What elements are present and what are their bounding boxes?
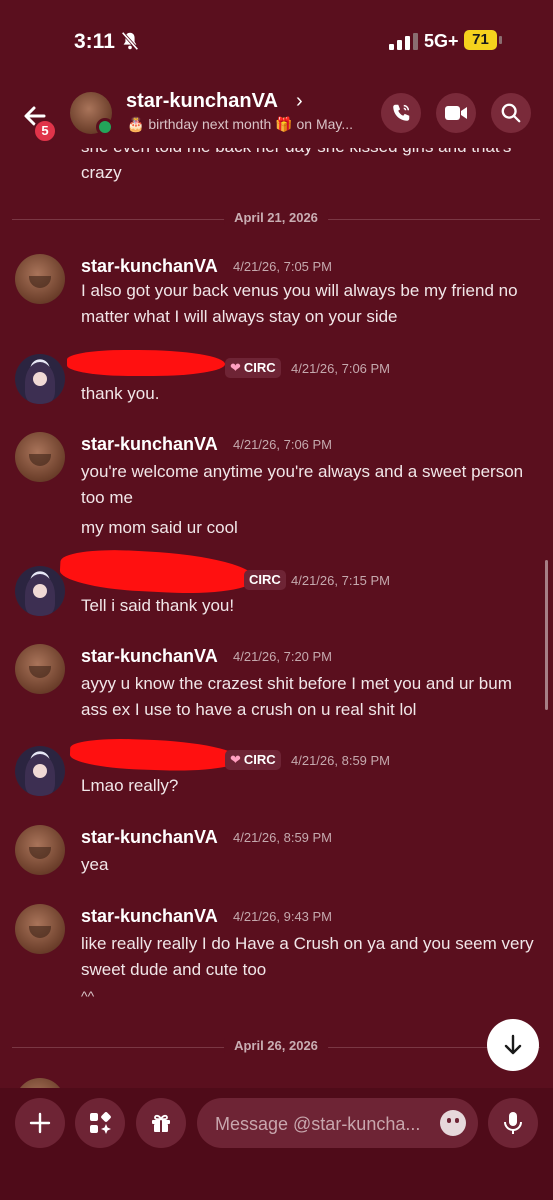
- avatar[interactable]: [15, 432, 65, 482]
- signal-icon: [389, 33, 418, 50]
- timestamp: 4/21/26, 7:06 PM: [233, 437, 333, 452]
- voice-message-button[interactable]: [488, 1098, 538, 1148]
- arrow-down-icon: [504, 1034, 522, 1055]
- message-text: Lmao really?: [81, 776, 179, 795]
- message-text: Tell i said thank you!: [81, 596, 235, 615]
- video-call-button[interactable]: [436, 93, 476, 133]
- server-tag: ❤ CIRC: [225, 358, 281, 378]
- message-input-container[interactable]: [197, 1098, 478, 1150]
- message-text: yea: [81, 855, 109, 874]
- search-button[interactable]: [491, 93, 531, 133]
- timestamp: 4/21/26, 8:59 PM: [233, 830, 333, 845]
- attach-button[interactable]: [15, 1098, 65, 1148]
- redaction-mark: [59, 546, 256, 598]
- message-text: ayyy u know the crazest shit before I me…: [81, 674, 512, 719]
- timestamp: 4/21/26, 7:15 PM: [291, 573, 391, 588]
- bell-off-icon: [121, 31, 139, 51]
- avatar[interactable]: [15, 644, 65, 694]
- date-label: April 26, 2026: [224, 1038, 328, 1053]
- avatar[interactable]: [15, 566, 65, 616]
- date-divider: April 21, 2026: [12, 210, 540, 225]
- gift-button[interactable]: [136, 1098, 186, 1148]
- author-name[interactable]: star-kunchanVA: [81, 256, 218, 277]
- gift-icon: [152, 1114, 170, 1132]
- date-label: April 21, 2026: [224, 210, 328, 225]
- avatar[interactable]: [15, 354, 65, 404]
- message-text: thank you.: [81, 384, 160, 403]
- author-name[interactable]: star-kunchanVA: [81, 646, 218, 667]
- avatar[interactable]: [15, 254, 65, 304]
- status-bar: 3:11 5G+ 71: [0, 0, 553, 84]
- contact-name[interactable]: star-kunchanVA: [126, 90, 278, 113]
- message-text: you're welcome anytime you're always and…: [81, 462, 524, 507]
- message-text: ^^: [81, 988, 95, 1004]
- unread-badge: 5: [33, 119, 57, 143]
- message-input[interactable]: [213, 1098, 427, 1150]
- timestamp: 4/21/26, 8:59 PM: [291, 753, 391, 768]
- message-text: like really really I do Have a Crush on …: [81, 934, 534, 979]
- plus-icon: [29, 1112, 51, 1134]
- author-name[interactable]: star-kunchanVA: [81, 906, 218, 927]
- video-camera-icon: [445, 106, 467, 120]
- redaction-mark: [69, 737, 241, 773]
- server-tag: CIRC: [244, 570, 286, 590]
- emoji-icon[interactable]: [440, 1110, 466, 1136]
- avatar[interactable]: [15, 1078, 65, 1088]
- contact-status: 🎂 birthday next month 🎁 on May...: [127, 116, 354, 132]
- timestamp: 4/21/26, 7:06 PM: [291, 361, 391, 376]
- composer-bar: [0, 1088, 553, 1200]
- author-name[interactable]: star-kunchanVA: [81, 434, 218, 455]
- message-text: I also got your back venus you will alwa…: [81, 281, 518, 326]
- message-list[interactable]: she even told me back her day she kissed…: [0, 148, 553, 1088]
- avatar[interactable]: [15, 825, 65, 875]
- message-text: my mom said ur cool: [81, 518, 238, 537]
- phone-icon: [393, 104, 410, 121]
- redaction-mark: [67, 350, 225, 376]
- message-text: she even told me back her day she kissed…: [81, 148, 511, 182]
- voice-call-button[interactable]: [381, 93, 421, 133]
- timestamp: 4/21/26, 7:05 PM: [233, 259, 333, 274]
- avatar[interactable]: [15, 904, 65, 954]
- jump-to-present-button[interactable]: [487, 1019, 539, 1071]
- apps-button[interactable]: [75, 1098, 125, 1148]
- search-icon: [501, 103, 521, 123]
- author-name[interactable]: star-kunchanVA: [81, 827, 218, 848]
- chevron-right-icon[interactable]: ›: [296, 90, 303, 113]
- microphone-icon: [504, 1112, 522, 1134]
- clock: 3:11: [74, 30, 115, 53]
- network-label: 5G+: [424, 31, 459, 51]
- battery-icon: 71: [464, 30, 502, 50]
- battery-level: 71: [464, 30, 497, 50]
- date-divider: April 26, 2026: [12, 1038, 540, 1053]
- server-tag: ❤ CIRC: [225, 750, 281, 770]
- apps-icon: [90, 1112, 111, 1134]
- timestamp: 4/21/26, 9:43 PM: [233, 909, 333, 924]
- scrollbar[interactable]: [545, 560, 548, 710]
- timestamp: 4/21/26, 7:20 PM: [233, 649, 333, 664]
- avatar[interactable]: [15, 746, 65, 796]
- online-status-icon: [96, 118, 114, 136]
- chat-header: 5 star-kunchanVA › 🎂 birthday next month…: [0, 84, 553, 148]
